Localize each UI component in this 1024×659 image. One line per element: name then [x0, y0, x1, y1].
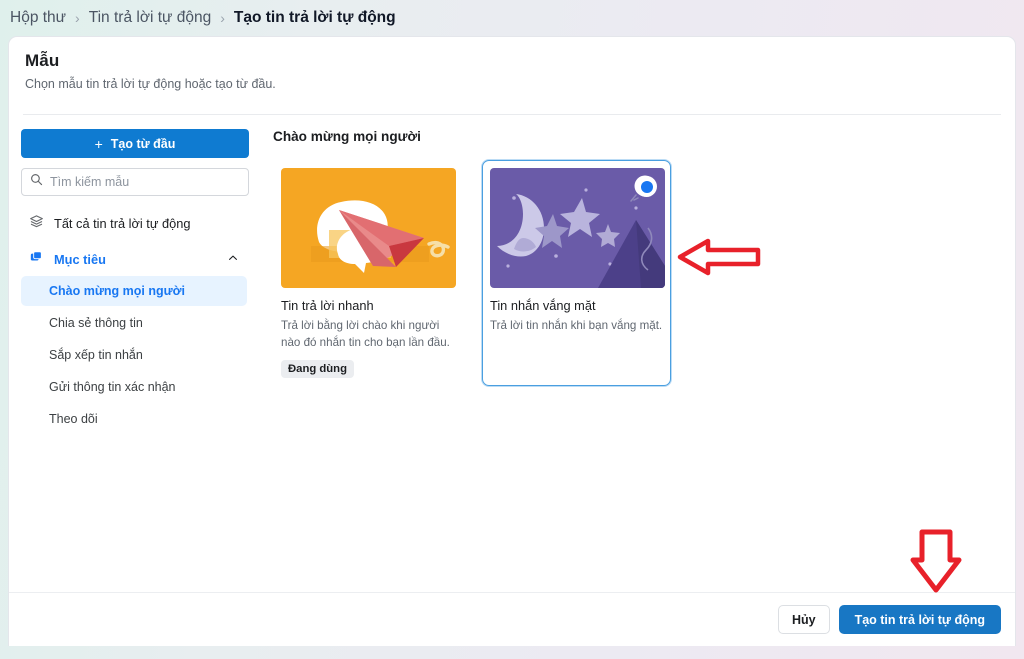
status-badge: Đang dùng	[281, 359, 354, 378]
sidebar-item-send-confirmation[interactable]: Gửi thông tin xác nhận	[21, 372, 247, 402]
sidebar-item-label: Gửi thông tin xác nhận	[49, 380, 176, 394]
template-picker-panel: Mẫu Chọn mẫu tin trả lời tự động hoặc tạ…	[8, 36, 1016, 646]
cancel-button[interactable]: Hủy	[777, 605, 830, 634]
panel-footer: Hủy Tạo tin trả lời tự động	[9, 592, 1015, 646]
breadcrumb: Hộp thư › Tin trả lời tự động › Tạo tin …	[0, 0, 1024, 36]
page-subtitle: Chọn mẫu tin trả lời tự động hoặc tạo từ…	[25, 77, 276, 91]
template-card-quick-reply[interactable]: Tin trả lời nhanh Trả lời bằng lời chào …	[273, 160, 462, 386]
create-automated-reply-button[interactable]: Tạo tin trả lời tự động	[838, 605, 1001, 634]
breadcrumb-separator-icon: ›	[220, 10, 225, 26]
selected-radio-icon[interactable]	[636, 176, 657, 197]
sidebar-group-label: Mục tiêu	[54, 251, 106, 267]
card-description: Trả lời tin nhắn khi bạn vắng mặt.	[490, 319, 663, 332]
create-from-scratch-label: Tạo từ đầu	[110, 136, 176, 151]
search-input[interactable]	[50, 175, 240, 189]
quick-reply-thumbnail	[281, 168, 456, 288]
template-list: Chào mừng mọi người Tin trả lời nhanh Tr…	[259, 115, 1015, 592]
sidebar-group-goals[interactable]: Mục tiêu	[21, 244, 247, 274]
page-title: Mẫu	[25, 51, 60, 70]
search-icon	[30, 173, 43, 191]
breadcrumb-item-inbox[interactable]: Hộp thư	[10, 9, 66, 27]
sidebar-item-all-automated-replies[interactable]: Tất cả tin trả lời tự động	[21, 208, 247, 238]
card-title: Tin trả lời nhanh	[281, 298, 374, 313]
sidebar-item-follow-up[interactable]: Theo dõi	[21, 404, 247, 434]
panel-body: + Tạo từ đầu Tìm kiếm mẫu Tất cả tin trả…	[9, 115, 1015, 592]
annotation-arrow-left-icon	[676, 234, 762, 285]
sidebar-item-share-info[interactable]: Chia sẻ thông tin	[21, 308, 247, 338]
layers-icon	[29, 214, 44, 232]
breadcrumb-item-create-automated-reply: Tạo tin trả lời tự động	[233, 9, 396, 26]
plus-icon: +	[94, 135, 103, 152]
sidebar: + Tạo từ đầu Tìm kiếm mẫu Tất cả tin trả…	[9, 115, 259, 592]
search-box[interactable]	[21, 168, 249, 196]
sidebar-item-welcome-everyone[interactable]: Chào mừng mọi người	[21, 276, 247, 306]
chevron-up-icon[interactable]	[227, 252, 239, 267]
sidebar-item-label: Chào mừng mọi người	[49, 284, 186, 298]
breadcrumb-separator-icon: ›	[75, 10, 80, 26]
sidebar-item-organize-messages[interactable]: Sắp xếp tin nhắn	[21, 340, 247, 370]
template-card-away-message[interactable]: Tin nhắn vắng mặt Trả lời tin nhắn khi b…	[482, 160, 671, 386]
sidebar-item-label: Tất cả tin trả lời tự động	[54, 215, 191, 231]
sidebar-item-label: Theo dõi	[49, 412, 98, 426]
copy-layers-icon	[29, 250, 44, 268]
sidebar-item-label: Sắp xếp tin nhắn	[49, 348, 143, 362]
sidebar-item-label: Chia sẻ thông tin	[49, 316, 143, 330]
breadcrumb-item-automated-replies[interactable]: Tin trả lời tự động	[89, 9, 212, 27]
section-title: Chào mừng mọi người	[273, 129, 421, 144]
away-message-thumbnail	[490, 168, 665, 288]
create-from-scratch-button[interactable]: + Tạo từ đầu	[21, 129, 249, 158]
annotation-arrow-down-icon	[908, 527, 964, 600]
card-description: Trả lời bằng lời chào khi người nào đó n…	[281, 319, 450, 349]
card-title: Tin nhắn vắng mặt	[490, 298, 596, 313]
template-card-grid: Tin trả lời nhanh Trả lời bằng lời chào …	[273, 160, 995, 386]
panel-header: Mẫu Chọn mẫu tin trả lời tự động hoặc tạ…	[9, 37, 1015, 103]
